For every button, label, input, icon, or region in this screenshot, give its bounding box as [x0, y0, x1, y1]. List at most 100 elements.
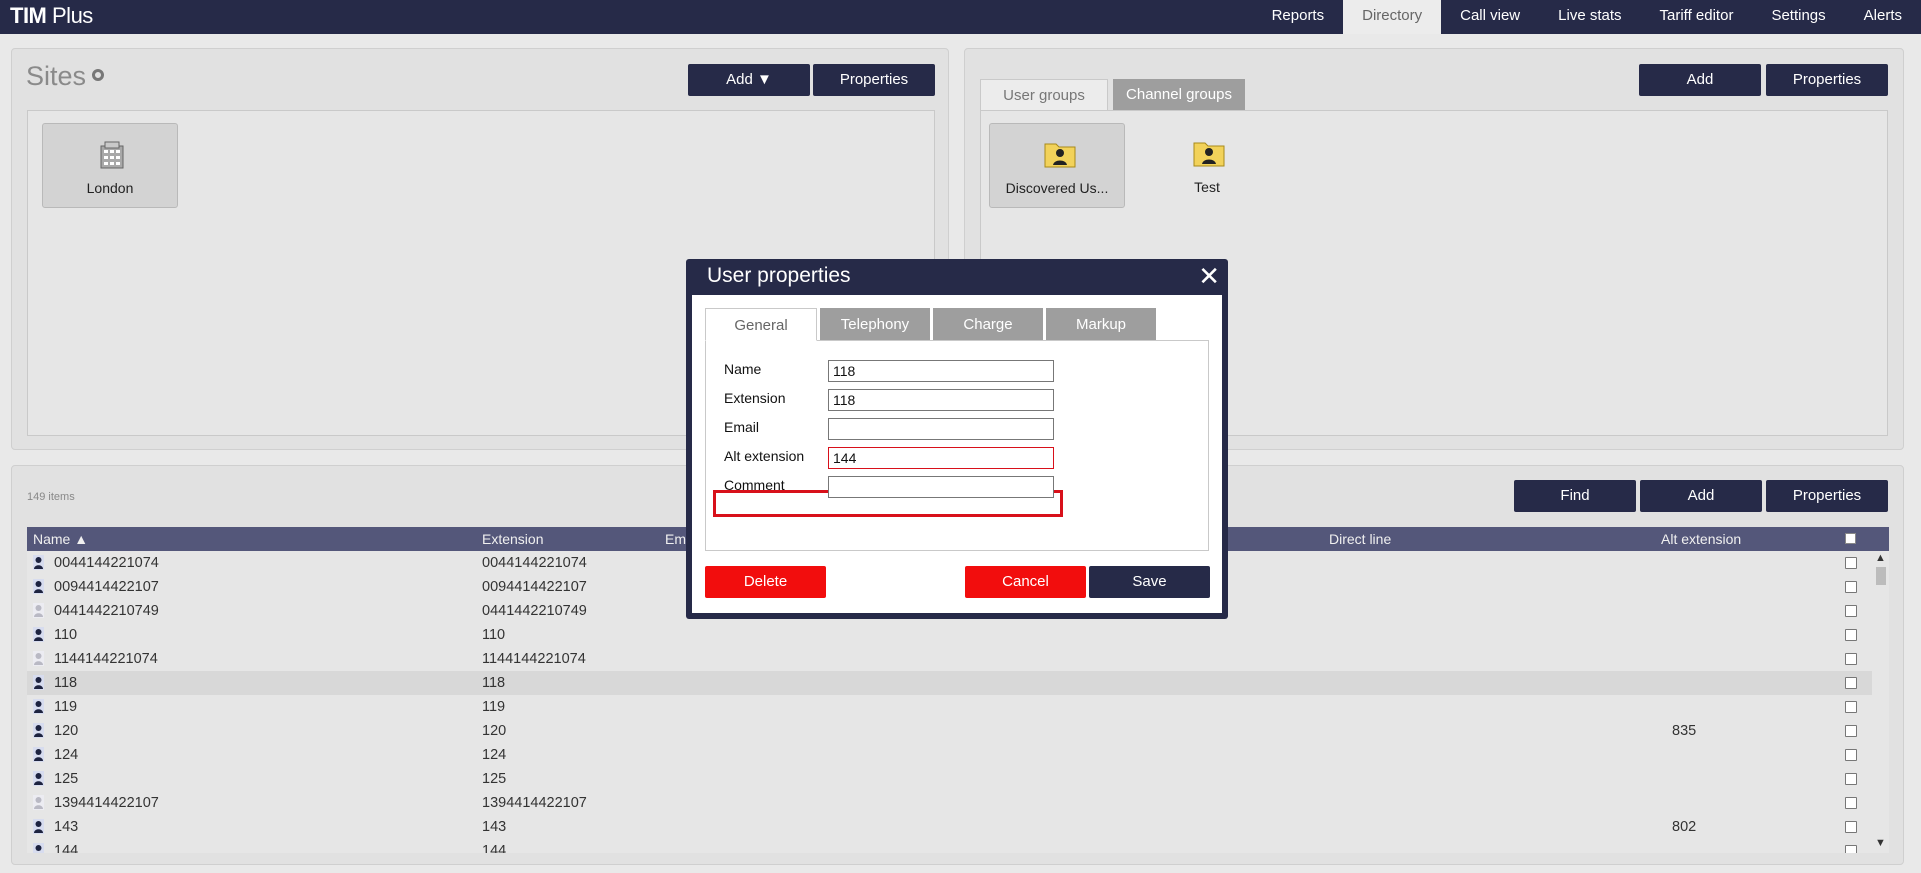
- nav-reports[interactable]: Reports: [1253, 0, 1344, 34]
- scroll-thumb[interactable]: [1876, 567, 1886, 585]
- table-scrollbar[interactable]: ▲ ▼: [1873, 551, 1889, 853]
- select-all-checkbox[interactable]: [1845, 533, 1856, 544]
- email-field[interactable]: [828, 418, 1054, 440]
- extension-field[interactable]: [828, 389, 1054, 411]
- delete-button[interactable]: Delete: [705, 566, 826, 598]
- site-tile-london[interactable]: London: [42, 123, 178, 208]
- dialog-title: User properties: [707, 264, 851, 287]
- cell-name: 119: [54, 699, 78, 715]
- row-checkbox[interactable]: [1845, 725, 1857, 737]
- user-icon: [33, 723, 44, 738]
- sites-properties-button[interactable]: Properties: [813, 64, 935, 96]
- close-icon[interactable]: ✕: [1198, 263, 1220, 289]
- user-icon: [33, 555, 44, 570]
- table-row[interactable]: 110 110: [27, 623, 1872, 647]
- user-icon: [33, 819, 44, 834]
- tab-general[interactable]: General: [705, 308, 817, 341]
- tab-charge[interactable]: Charge: [933, 308, 1043, 341]
- groups-properties-button[interactable]: Properties: [1766, 64, 1888, 96]
- user-icon: [33, 699, 44, 714]
- cell-name: 110: [54, 627, 78, 643]
- cell-name: 1144144221074: [54, 651, 158, 667]
- cell-extension: 120: [482, 723, 507, 739]
- gear-icon[interactable]: [92, 68, 105, 81]
- user-icon: [33, 843, 44, 853]
- nav-live-stats[interactable]: Live stats: [1539, 0, 1640, 34]
- cancel-button[interactable]: Cancel: [965, 566, 1086, 598]
- cell-extension: 144: [482, 843, 507, 853]
- group-tile-discovered[interactable]: Discovered Us...: [989, 123, 1125, 208]
- user-icon: [33, 579, 44, 594]
- row-checkbox[interactable]: [1845, 677, 1857, 689]
- tab-telephony[interactable]: Telephony: [820, 308, 930, 341]
- column-header-name[interactable]: Name ▲: [33, 531, 88, 547]
- cell-extension: 0044144221074: [482, 555, 587, 571]
- table-row[interactable]: 120 120 835: [27, 719, 1872, 743]
- cell-name: 125: [54, 771, 79, 787]
- dialog-body: General Telephony Charge Markup Name Ext…: [692, 295, 1222, 613]
- site-tile-label: London: [86, 180, 134, 196]
- column-header-alt-extension[interactable]: Alt extension: [1661, 531, 1741, 547]
- row-checkbox[interactable]: [1845, 701, 1857, 713]
- row-checkbox[interactable]: [1845, 821, 1857, 833]
- nav-settings[interactable]: Settings: [1752, 0, 1844, 34]
- scroll-down-icon[interactable]: ▼: [1875, 837, 1886, 849]
- group-tile-label: Discovered Us...: [1005, 180, 1109, 196]
- row-checkbox[interactable]: [1845, 653, 1857, 665]
- row-checkbox[interactable]: [1845, 773, 1857, 785]
- row-checkbox[interactable]: [1845, 605, 1857, 617]
- cell-name: 144: [54, 843, 79, 853]
- cell-extension: 0441442210749: [482, 603, 587, 619]
- item-count: 149 items: [27, 491, 75, 503]
- users-add-button[interactable]: Add: [1640, 480, 1762, 512]
- user-icon: [33, 603, 44, 618]
- nav-tariff-editor[interactable]: Tariff editor: [1641, 0, 1753, 34]
- table-row[interactable]: 1394414422107 1394414422107: [27, 791, 1872, 815]
- cell-extension: 124: [482, 747, 507, 763]
- alt-extension-field[interactable]: [828, 447, 1054, 469]
- table-row[interactable]: 125 125: [27, 767, 1872, 791]
- table-row[interactable]: 124 124: [27, 743, 1872, 767]
- row-checkbox[interactable]: [1845, 629, 1857, 641]
- cell-name: 0441442210749: [54, 603, 159, 619]
- column-header-direct-line[interactable]: Direct line: [1329, 531, 1391, 547]
- user-icon: [33, 771, 44, 786]
- cell-name: 1394414422107: [54, 795, 159, 811]
- name-field[interactable]: [828, 360, 1054, 382]
- nav-alerts[interactable]: Alerts: [1845, 0, 1921, 34]
- row-checkbox[interactable]: [1845, 557, 1857, 569]
- top-nav-bar: TIM Plus Reports Directory Call view Liv…: [0, 0, 1921, 34]
- scroll-up-icon[interactable]: ▲: [1875, 552, 1886, 564]
- tab-user-groups[interactable]: User groups: [980, 79, 1108, 111]
- table-row[interactable]: 143 143 802: [27, 815, 1872, 839]
- comment-label: Comment: [724, 477, 785, 493]
- cell-name: 118: [54, 675, 78, 691]
- group-tile-test[interactable]: Test: [1139, 123, 1275, 208]
- users-properties-button[interactable]: Properties: [1766, 480, 1888, 512]
- find-button[interactable]: Find: [1514, 480, 1636, 512]
- row-checkbox[interactable]: [1845, 797, 1857, 809]
- column-header-email[interactable]: Em: [665, 531, 686, 547]
- alt-extension-label: Alt extension: [724, 448, 805, 464]
- cell-extension: 110: [482, 627, 506, 643]
- groups-add-button[interactable]: Add: [1639, 64, 1761, 96]
- save-button[interactable]: Save: [1089, 566, 1210, 598]
- comment-field[interactable]: [828, 476, 1054, 498]
- table-row[interactable]: 118 118: [27, 671, 1872, 695]
- nav-call-view[interactable]: Call view: [1441, 0, 1539, 34]
- row-checkbox[interactable]: [1845, 749, 1857, 761]
- nav-directory[interactable]: Directory: [1343, 0, 1442, 34]
- sites-add-button[interactable]: Add ▼: [688, 64, 810, 96]
- user-icon: [33, 627, 44, 642]
- row-checkbox[interactable]: [1845, 581, 1857, 593]
- table-row[interactable]: 144 144: [27, 839, 1872, 853]
- cell-name: 120: [54, 723, 79, 739]
- tab-markup[interactable]: Markup: [1046, 308, 1156, 341]
- tab-channel-groups[interactable]: Channel groups: [1113, 79, 1245, 111]
- row-checkbox[interactable]: [1845, 845, 1857, 853]
- table-row[interactable]: 1144144221074 1144144221074: [27, 647, 1872, 671]
- column-header-extension[interactable]: Extension: [482, 531, 543, 547]
- table-row[interactable]: 119 119: [27, 695, 1872, 719]
- main-nav: Reports Directory Call view Live stats T…: [1253, 0, 1921, 34]
- cell-extension: 143: [482, 819, 507, 835]
